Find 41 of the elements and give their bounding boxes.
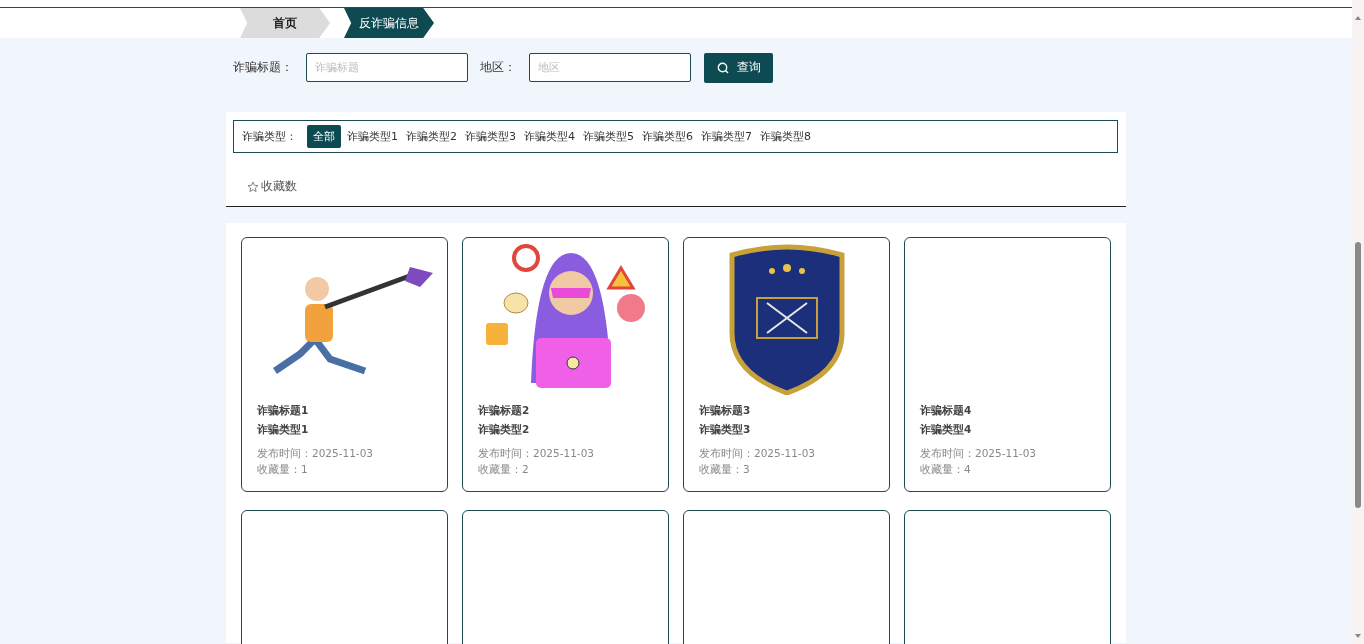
breadcrumb-item[interactable]: 反诈骗信息 xyxy=(344,8,434,38)
info-card[interactable]: 诈骗标题3 诈骗类型3 发布时间：2025-11-03 收藏量：3 xyxy=(683,237,890,492)
filter-option[interactable]: 诈骗类型5 xyxy=(581,126,636,147)
search-field[interactable]: 诈骗标题 xyxy=(306,53,468,82)
publish-date: 发布时间：2025-11-03 xyxy=(699,446,817,461)
info-card[interactable]: 诈骗标题1 诈骗类型1 发布时间：2025-11-03 收藏量：1 xyxy=(241,237,448,492)
breadcrumb-item[interactable]: 首页 xyxy=(240,8,330,38)
star-icon xyxy=(247,180,259,193)
filter-option[interactable]: 诈骗类型2 xyxy=(404,126,459,147)
search-button[interactable]: 查询 xyxy=(704,52,773,83)
sort-by-favorites[interactable]: 收藏数 xyxy=(247,178,297,195)
card-title: 诈骗标题3 xyxy=(699,404,752,418)
favorite-count: 收藏量：1 xyxy=(257,462,309,477)
publish-date: 发布时间：2025-11-03 xyxy=(478,446,596,461)
favorite-count: 收藏量：4 xyxy=(920,462,972,477)
filter-option[interactable]: 诈骗类型7 xyxy=(699,126,754,147)
favorite-count: 收藏量：3 xyxy=(699,462,751,477)
publish-date: 发布时间：2025-11-03 xyxy=(257,446,375,461)
filter-label: 诈骗类型： xyxy=(242,129,297,144)
info-card[interactable]: 诈骗标题4 诈骗类型4 发布时间：2025-11-03 收藏量：4 xyxy=(904,237,1111,492)
filter-option[interactable]: 诈骗类型8 xyxy=(758,126,813,147)
filter-option[interactable]: 诈骗类型3 xyxy=(463,126,518,147)
filter-option[interactable]: 诈骗类型6 xyxy=(640,126,695,147)
card-title: 诈骗标题4 xyxy=(920,404,973,418)
field-label: 诈骗标题： xyxy=(233,59,293,76)
card-type: 诈骗类型4 xyxy=(920,423,973,437)
filter-option[interactable]: 诈骗类型4 xyxy=(522,126,577,147)
search-field[interactable]: 地区 xyxy=(529,53,691,82)
filter-option[interactable]: 全部 xyxy=(307,125,341,148)
publish-date: 发布时间：2025-11-03 xyxy=(920,446,1038,461)
card-type: 诈骗类型3 xyxy=(699,423,752,437)
scrollbar[interactable] xyxy=(1352,0,1364,644)
info-card[interactable]: 诈骗标题2 诈骗类型2 发布时间：2025-11-03 收藏量：2 xyxy=(462,237,669,492)
card-title: 诈骗标题2 xyxy=(478,404,531,418)
search-icon xyxy=(716,61,729,74)
filter-option[interactable]: 诈骗类型1 xyxy=(345,126,400,147)
card-type: 诈骗类型2 xyxy=(478,423,531,437)
favorite-count: 收藏量：2 xyxy=(478,462,530,477)
card-type: 诈骗类型1 xyxy=(257,423,310,437)
card-title: 诈骗标题1 xyxy=(257,404,310,418)
field-label: 地区： xyxy=(480,59,516,76)
